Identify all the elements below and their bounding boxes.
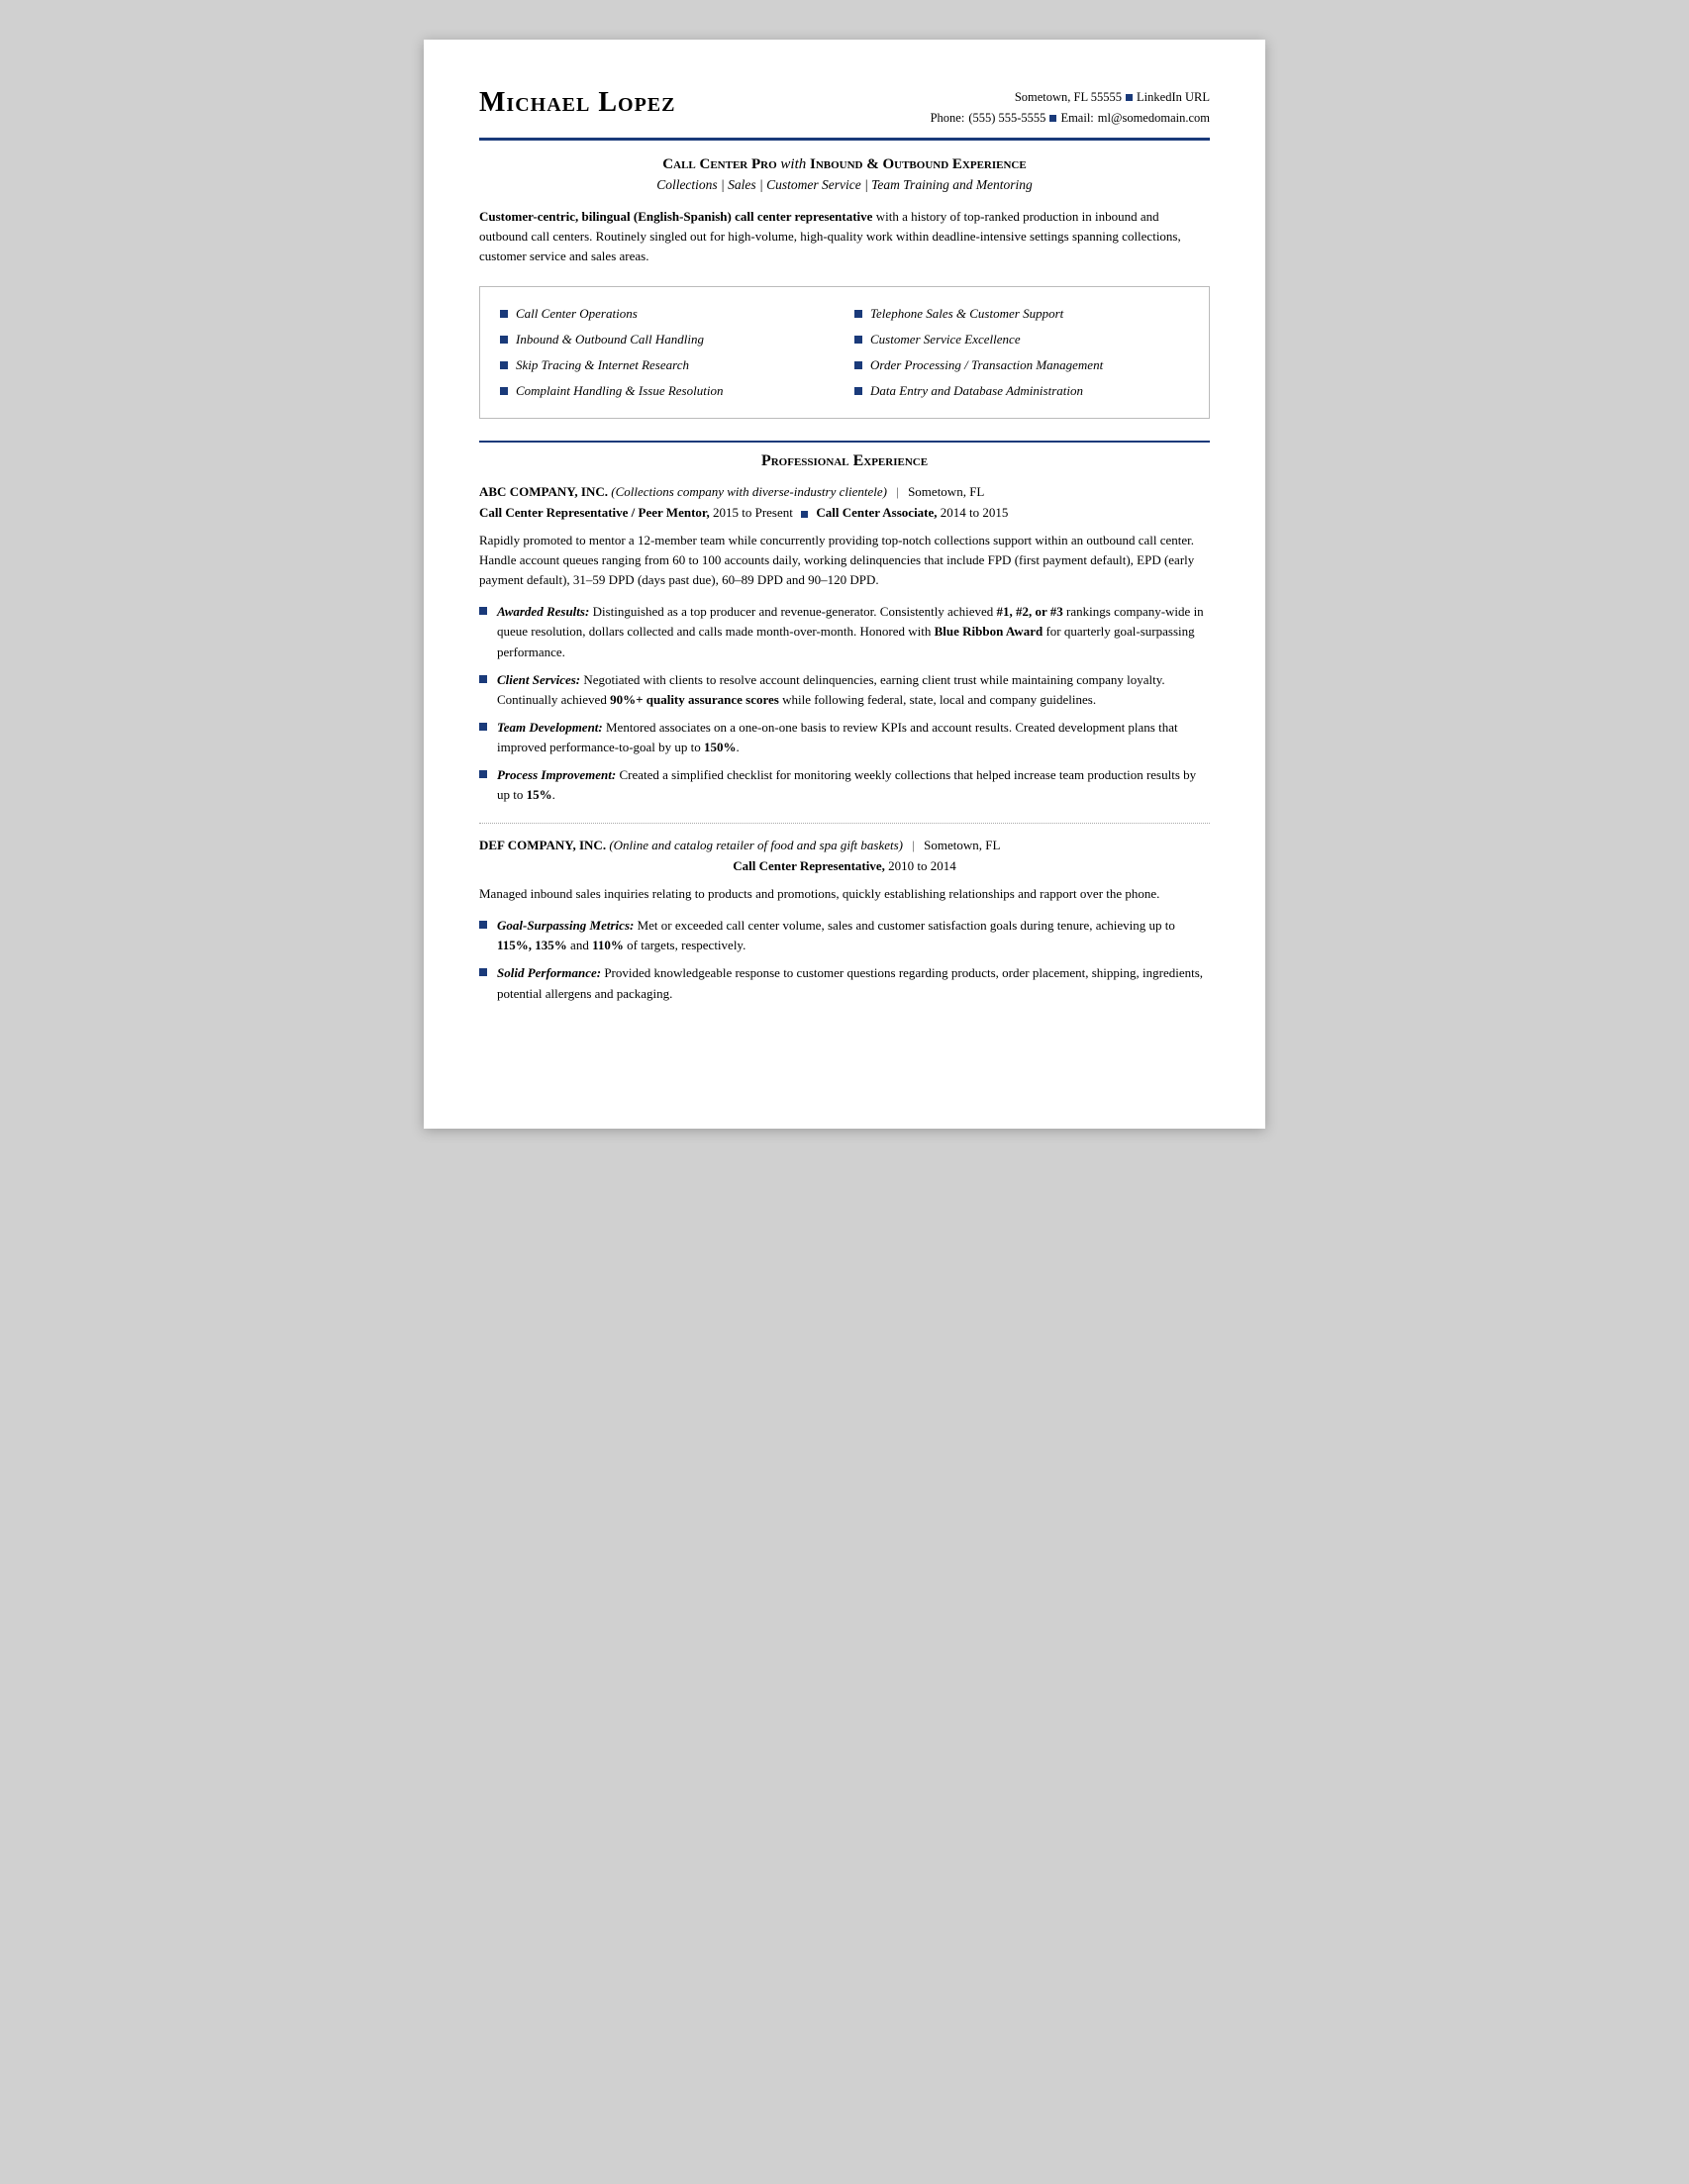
- bullet-icon: [479, 921, 487, 929]
- contact-line-1: Sometown, FL 55555 LinkedIn URL: [931, 87, 1210, 108]
- skill-item-7: Complaint Handling & Issue Resolution: [500, 380, 835, 402]
- company-header-2: DEF COMPANY, INC. (Online and catalog re…: [479, 838, 1210, 853]
- company-name-1: ABC COMPANY, INC.: [479, 484, 608, 499]
- bullet-item-1-4: Process Improvement: Created a simplifie…: [479, 765, 1210, 805]
- company-desc-2: (Online and catalog retailer of food and…: [609, 838, 903, 852]
- bullet-text: Team Development: Mentored associates on…: [497, 718, 1210, 757]
- contact-line-2: Phone: (555) 555-5555 Email: ml@somedoma…: [931, 108, 1210, 129]
- company-location-1: Sometown, FL: [908, 484, 984, 499]
- job-title-line-2: Call Center Representative, 2010 to 2014: [479, 856, 1210, 876]
- skill-item-1: Call Center Operations: [500, 303, 835, 325]
- skill-item-2: Telephone Sales & Customer Support: [854, 303, 1189, 325]
- bullet-list-1: Awarded Results: Distinguished as a top …: [479, 602, 1210, 805]
- job-title-1b: Call Center Associate,: [816, 505, 937, 520]
- skill-label: Customer Service Excellence: [870, 329, 1021, 350]
- pipe-sep-2: |: [912, 838, 915, 852]
- skill-bullet-icon: [500, 387, 508, 395]
- company-separator: [479, 823, 1210, 824]
- city-text: Sometown, FL 55555: [1015, 87, 1122, 108]
- summary-bold: Customer-centric, bilingual (English-Spa…: [479, 209, 872, 224]
- linkedin-text: LinkedIn URL: [1137, 87, 1210, 108]
- bullet-icon: [479, 723, 487, 731]
- company-name-2: DEF COMPANY, INC.: [479, 838, 606, 852]
- company-desc-1: (Collections company with diverse-indust…: [611, 484, 887, 499]
- bullet-item-2-1: Goal-Surpassing Metrics: Met or exceeded…: [479, 916, 1210, 955]
- title-italic-connector: with: [780, 156, 806, 172]
- job-title-2a: Call Center Representative,: [733, 858, 885, 873]
- skill-label: Order Processing / Transaction Managemen…: [870, 354, 1103, 376]
- skill-item-4: Customer Service Excellence: [854, 329, 1189, 350]
- job-title-1a: Call Center Representative / Peer Mentor…: [479, 505, 710, 520]
- dot-icon: [1126, 94, 1133, 101]
- skill-label: Data Entry and Database Administration: [870, 380, 1083, 402]
- email-label: Email:: [1060, 108, 1093, 129]
- company-location-2: Sometown, FL: [924, 838, 1000, 852]
- skill-bullet-icon: [500, 310, 508, 318]
- bullet-text: Solid Performance: Provided knowledgeabl…: [497, 963, 1210, 1003]
- title-bold-rest: Inbound & Outbound Experience: [810, 156, 1027, 172]
- skill-label: Call Center Operations: [516, 303, 638, 325]
- subtitle-line: Collections | Sales | Customer Service |…: [479, 177, 1210, 193]
- bullet-text: Client Services: Negotiated with clients…: [497, 670, 1210, 710]
- bullet-text: Goal-Surpassing Metrics: Met or exceeded…: [497, 916, 1210, 955]
- skill-bullet-icon: [854, 361, 862, 369]
- company-block-2: DEF COMPANY, INC. (Online and catalog re…: [479, 838, 1210, 1003]
- skill-item-8: Data Entry and Database Administration: [854, 380, 1189, 402]
- contact-block: Sometown, FL 55555 LinkedIn URL Phone: (…: [931, 87, 1210, 130]
- bullet-icon: [479, 607, 487, 615]
- header-divider: [479, 138, 1210, 141]
- bullet-item-1-3: Team Development: Mentored associates on…: [479, 718, 1210, 757]
- skill-bullet-icon: [500, 361, 508, 369]
- bullet-item-1-2: Client Services: Negotiated with clients…: [479, 670, 1210, 710]
- dot-icon-2: [1049, 115, 1056, 122]
- skill-bullet-icon: [500, 336, 508, 344]
- full-name: Michael Lopez: [479, 87, 675, 119]
- skill-item-6: Order Processing / Transaction Managemen…: [854, 354, 1189, 376]
- inline-dot-icon: [801, 511, 808, 518]
- header-section: Michael Lopez Sometown, FL 55555 LinkedI…: [479, 87, 1210, 130]
- title-line: Call Center Pro with Inbound & Outbound …: [479, 156, 1210, 173]
- bullet-item-2-2: Solid Performance: Provided knowledgeabl…: [479, 963, 1210, 1003]
- bullet-list-2: Goal-Surpassing Metrics: Met or exceeded…: [479, 916, 1210, 1004]
- phone-label: Phone:: [931, 108, 965, 129]
- pipe-sep: |: [896, 484, 899, 499]
- section-title-experience: Professional Experience: [479, 452, 1210, 470]
- resume-page: Michael Lopez Sometown, FL 55555 LinkedI…: [424, 40, 1265, 1129]
- skill-bullet-icon: [854, 387, 862, 395]
- bullet-icon: [479, 968, 487, 976]
- bullet-icon: [479, 770, 487, 778]
- skills-box: Call Center Operations Telephone Sales &…: [479, 286, 1210, 419]
- skill-bullet-icon: [854, 310, 862, 318]
- skill-label: Inbound & Outbound Call Handling: [516, 329, 704, 350]
- summary-text: Customer-centric, bilingual (English-Spa…: [479, 207, 1210, 266]
- job-description-1: Rapidly promoted to mentor a 12-member t…: [479, 531, 1210, 590]
- skill-item-3: Inbound & Outbound Call Handling: [500, 329, 835, 350]
- job-description-2: Managed inbound sales inquiries relating…: [479, 884, 1210, 904]
- skill-label: Complaint Handling & Issue Resolution: [516, 380, 723, 402]
- company-header-1: ABC COMPANY, INC. (Collections company w…: [479, 484, 1210, 500]
- bullet-item-1-1: Awarded Results: Distinguished as a top …: [479, 602, 1210, 661]
- title-main: Call Center Pro with Inbound & Outbound …: [662, 156, 1026, 172]
- phone-value: (555) 555-5555: [968, 108, 1045, 129]
- company-block-1: ABC COMPANY, INC. (Collections company w…: [479, 484, 1210, 805]
- bullet-icon: [479, 675, 487, 683]
- skill-label: Skip Tracing & Internet Research: [516, 354, 689, 376]
- bullet-text: Awarded Results: Distinguished as a top …: [497, 602, 1210, 661]
- skill-item-5: Skip Tracing & Internet Research: [500, 354, 835, 376]
- skill-bullet-icon: [854, 336, 862, 344]
- email-value: ml@somedomain.com: [1098, 108, 1210, 129]
- job-title-line-1: Call Center Representative / Peer Mentor…: [479, 503, 1210, 523]
- section-divider-experience: [479, 441, 1210, 443]
- skill-label: Telephone Sales & Customer Support: [870, 303, 1063, 325]
- name-block: Michael Lopez: [479, 87, 675, 119]
- bullet-text: Process Improvement: Created a simplifie…: [497, 765, 1210, 805]
